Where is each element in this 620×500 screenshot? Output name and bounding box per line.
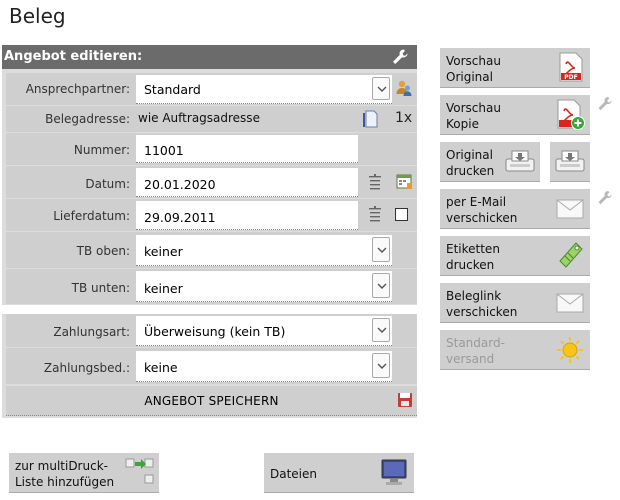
tag-icon xyxy=(556,241,584,274)
preview-copy-settings-icon[interactable] xyxy=(597,96,613,112)
envelope-icon xyxy=(556,199,584,222)
row-belegadresse: Belegadresse: wie Auftragsadresse 1x xyxy=(6,106,417,132)
tb-unten-select[interactable]: keiner xyxy=(136,271,392,302)
print-original-line1: Original xyxy=(446,148,493,162)
row-datum: Datum: 20.01.2020 xyxy=(6,166,417,198)
tb-oben-label: TB oben: xyxy=(76,244,130,258)
printer-icon xyxy=(554,148,586,177)
multiprint-line2: Liste hinzufügen xyxy=(15,475,115,489)
zahlungsbed-value: keine xyxy=(144,360,178,375)
chevron-down-icon[interactable] xyxy=(372,318,390,342)
preview-copy-line1: Vorschau xyxy=(446,101,501,115)
pdf-label: PDF xyxy=(564,74,577,81)
monitor-icon xyxy=(380,458,408,491)
tb-oben-value: keiner xyxy=(144,244,183,259)
tb-oben-select[interactable]: keiner xyxy=(136,235,392,266)
print-labels-line2: drucken xyxy=(446,258,495,272)
row-ansprechpartner: Ansprechpartner: Standard xyxy=(6,73,417,105)
row-tb-unten: TB unten: keiner xyxy=(6,269,417,304)
panel-header: Angebot editieren: xyxy=(2,45,417,69)
chevron-down-icon[interactable] xyxy=(372,273,390,298)
send-email-button[interactable]: per E-Mail verschicken xyxy=(440,189,590,229)
zahlungsart-select[interactable]: Überweisung (kein TB) xyxy=(136,316,392,346)
row-nummer: Nummer: 11001 xyxy=(6,133,417,165)
ansprechpartner-select[interactable]: Standard xyxy=(136,75,392,104)
print-labels-button[interactable]: Etiketten drucken xyxy=(440,236,590,276)
files-button[interactable]: Dateien xyxy=(264,453,414,493)
belegadresse-value: wie Auftragsadresse xyxy=(138,111,260,125)
lieferdatum-input[interactable]: 29.09.2011 xyxy=(136,201,358,230)
clear-delivery-date-icon[interactable] xyxy=(368,206,382,225)
clear-date-icon[interactable] xyxy=(368,174,382,193)
contact-person-icon[interactable] xyxy=(395,79,413,100)
files-label: Dateien xyxy=(270,467,318,481)
zahlungsbed-label: Zahlungsbed.: xyxy=(43,361,130,375)
multiprint-line1: zur multiDruck- xyxy=(15,459,108,473)
standard-shipping-line1: Standard- xyxy=(446,336,505,350)
chevron-down-icon[interactable] xyxy=(372,353,390,378)
nummer-label: Nummer: xyxy=(73,143,130,157)
sun-icon xyxy=(556,336,584,367)
preview-copy-button[interactable]: Vorschau Kopie xyxy=(440,95,590,135)
print-original-button[interactable]: Original drucken xyxy=(440,142,540,182)
send-doclink-line1: Beleglink xyxy=(446,289,502,303)
print-original-line2: drucken xyxy=(446,164,495,178)
lieferdatum-label: Lieferdatum: xyxy=(53,209,130,223)
pdf-add-icon xyxy=(556,99,586,134)
datum-value: 20.01.2020 xyxy=(144,177,216,192)
ansprechpartner-value: Standard xyxy=(144,82,201,97)
chevron-down-icon[interactable] xyxy=(372,77,390,100)
add-to-multiprint-button[interactable]: zur multiDruck- Liste hinzufügen xyxy=(9,453,159,493)
zahlungsart-value: Überweisung (kein TB) xyxy=(144,324,286,339)
send-doclink-line2: verschicken xyxy=(446,305,518,319)
preview-copy-line2: Kopie xyxy=(446,117,479,131)
row-lieferdatum: Lieferdatum: 29.09.2011 xyxy=(6,199,417,231)
standard-shipping-line2: versand xyxy=(446,352,495,366)
print-copy-button[interactable] xyxy=(550,142,590,182)
lieferdatum-checkbox[interactable] xyxy=(395,208,408,221)
nummer-input[interactable]: 11001 xyxy=(136,135,358,163)
add-to-list-icon xyxy=(125,457,155,490)
calendar-icon[interactable] xyxy=(396,173,413,193)
chevron-down-icon[interactable] xyxy=(372,237,390,262)
ansprechpartner-label: Ansprechpartner: xyxy=(25,82,130,96)
copies-count: 1x xyxy=(395,110,413,126)
preview-original-button[interactable]: Vorschau Original PDF xyxy=(440,48,590,88)
zahlungsbed-select[interactable]: keine xyxy=(136,351,392,382)
standard-shipping-button[interactable]: Standard-versand xyxy=(440,330,590,370)
datum-input[interactable]: 20.01.2020 xyxy=(136,168,358,197)
pdf-icon: PDF xyxy=(558,52,584,85)
address-document-icon[interactable] xyxy=(363,110,379,131)
floppy-disk-icon xyxy=(397,392,413,411)
send-email-line1: per E-Mail xyxy=(446,195,507,209)
print-labels-line1: Etiketten xyxy=(446,242,500,256)
save-offer-label: ANGEBOT SPEICHERN xyxy=(144,394,279,408)
row-tb-oben: TB oben: keiner xyxy=(6,232,417,268)
printer-icon xyxy=(504,148,536,177)
copies-count-icon[interactable]: 1x xyxy=(393,110,415,128)
save-offer-button[interactable]: ANGEBOT SPEICHERN xyxy=(6,386,417,416)
datum-label: Datum: xyxy=(85,177,130,191)
email-settings-icon[interactable] xyxy=(597,190,613,206)
tb-unten-value: keiner xyxy=(144,281,183,296)
send-doclink-button[interactable]: Beleglink verschicken xyxy=(440,283,590,323)
belegadresse-label: Belegadresse: xyxy=(45,112,130,126)
envelope-icon xyxy=(556,293,584,316)
panel-title: Angebot editieren: xyxy=(4,49,143,64)
page-title: Beleg xyxy=(9,4,66,28)
section-divider xyxy=(2,305,417,314)
send-email-line2: verschicken xyxy=(446,211,518,225)
tb-unten-label: TB unten: xyxy=(71,281,130,295)
wrench-icon[interactable] xyxy=(391,48,409,66)
row-zahlungsart: Zahlungsart: Überweisung (kein TB) xyxy=(6,314,417,347)
preview-original-line2: Original xyxy=(446,70,493,84)
zahlungsart-label: Zahlungsart: xyxy=(53,325,130,339)
lieferdatum-value: 29.09.2011 xyxy=(144,210,216,225)
preview-original-line1: Vorschau xyxy=(446,54,501,68)
nummer-value: 11001 xyxy=(144,143,184,158)
row-zahlungsbed: Zahlungsbed.: keine xyxy=(6,348,417,384)
